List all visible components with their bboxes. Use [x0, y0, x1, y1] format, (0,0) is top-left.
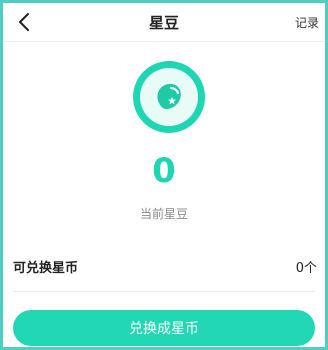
record-link[interactable]: 记录 — [295, 14, 319, 31]
exchangeable-coins-label: 可兑换星币 — [13, 261, 79, 276]
bean-balance-amount: 0 — [152, 151, 176, 191]
exchangeable-coins-row: 可兑换星币 0个 — [3, 249, 325, 283]
star-bean-icon — [157, 83, 181, 109]
top-nav-bar: 星豆 记录 — [3, 3, 325, 42]
app-frame: 星豆 记录 0 当前星豆 可兑换星币 0个 兑换成星币 — [0, 0, 328, 350]
exchangeable-coins-value: 0个 — [295, 261, 317, 276]
bean-icon-inner — [140, 68, 198, 126]
divider — [13, 291, 315, 292]
exchange-button[interactable]: 兑换成星币 — [13, 310, 315, 346]
bean-icon-badge — [133, 61, 205, 133]
bean-balance-label: 当前星豆 — [139, 207, 188, 221]
page-title: 星豆 — [148, 14, 179, 32]
